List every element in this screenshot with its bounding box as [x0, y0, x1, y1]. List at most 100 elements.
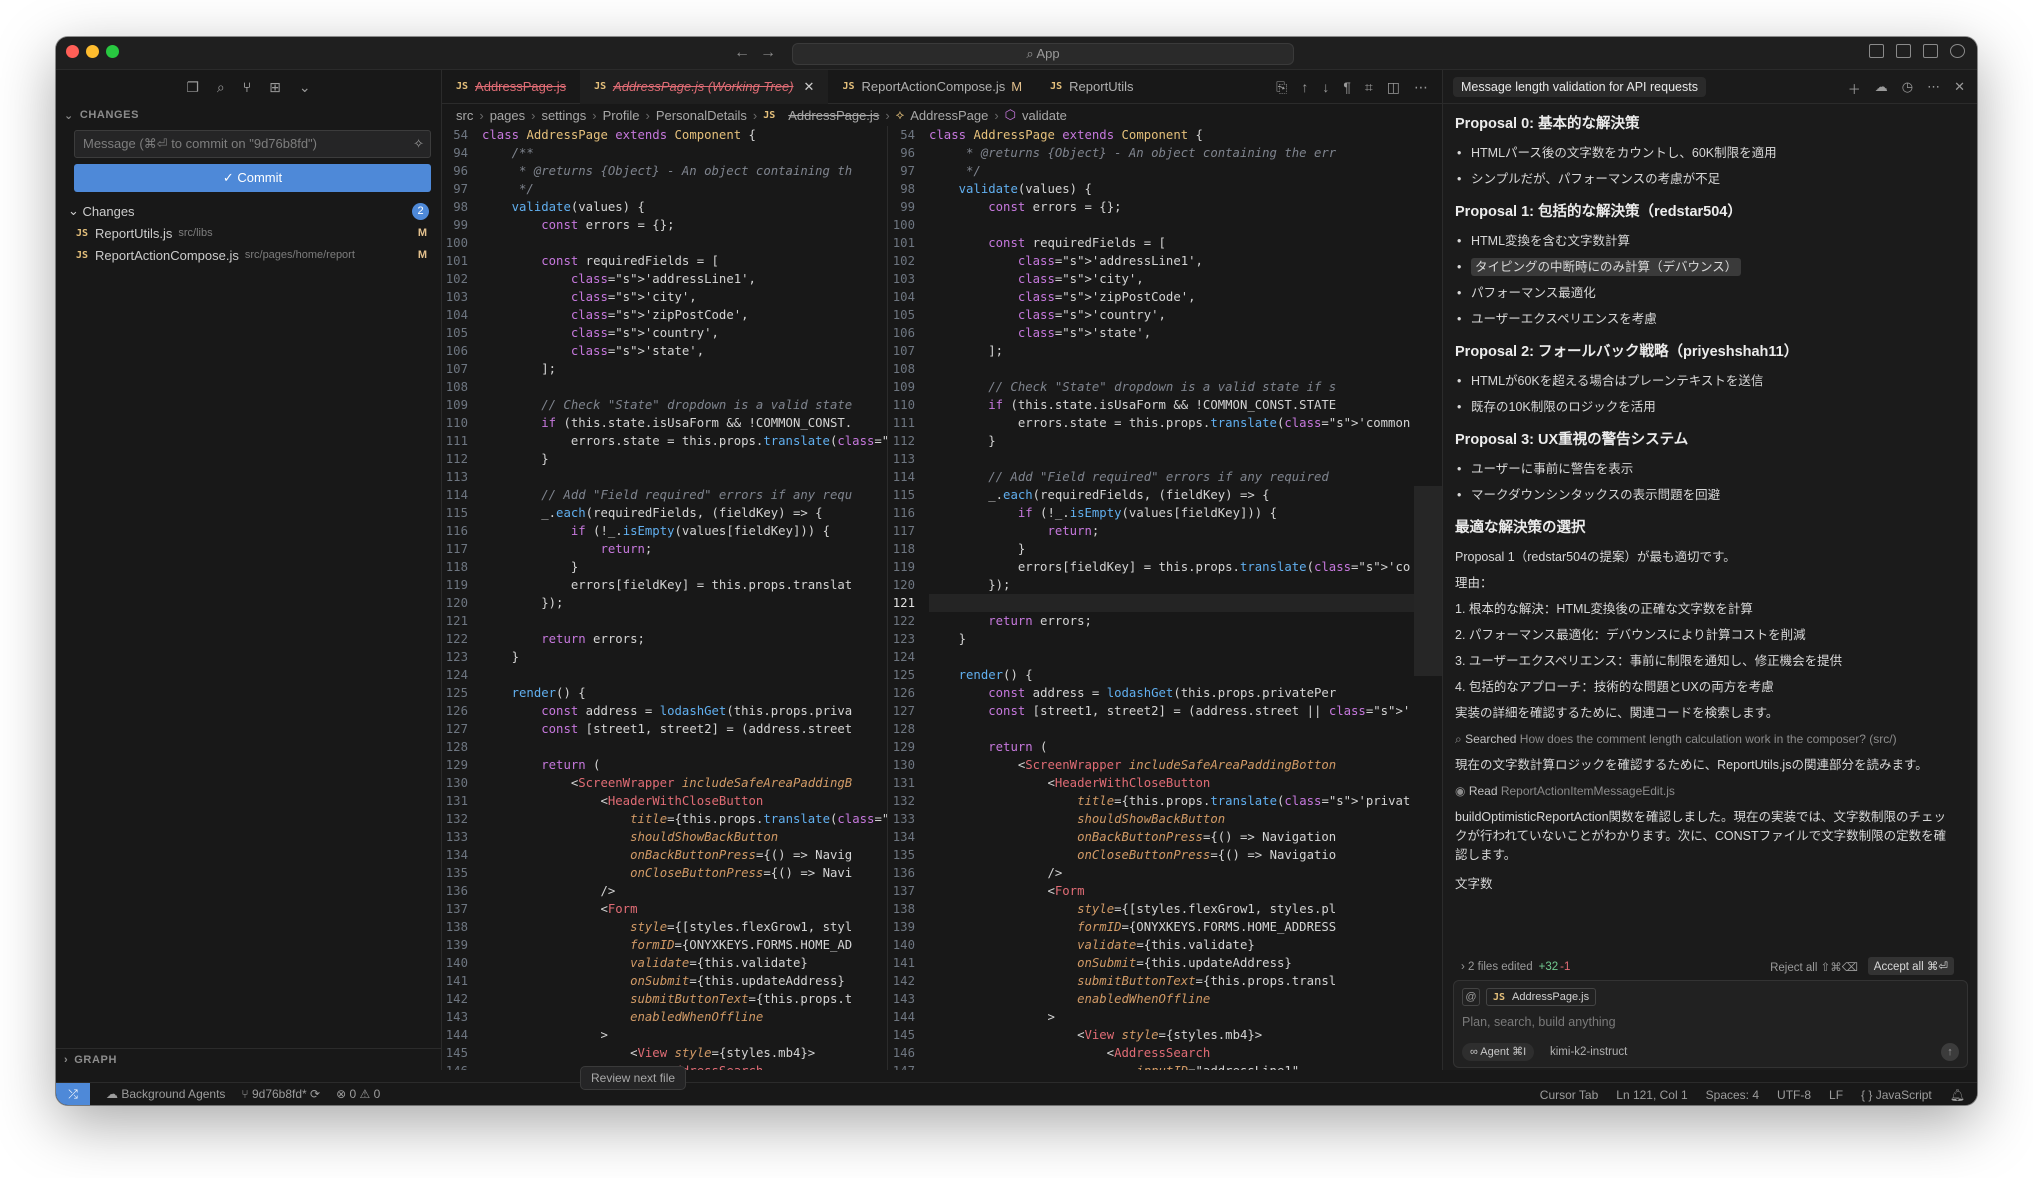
- code-line[interactable]: 134 onBackButtonPress={() => Navigation: [889, 828, 1442, 846]
- code-text[interactable]: title={this.props.translate(class="s">'p…: [929, 792, 1442, 810]
- code-line[interactable]: 121: [889, 594, 1442, 612]
- indentation-item[interactable]: Spaces: 4: [1706, 1088, 1759, 1102]
- code-text[interactable]: const requiredFields = [: [929, 234, 1442, 252]
- code-line[interactable]: 142 submitButtonText={this.props.transl: [889, 972, 1442, 990]
- code-line[interactable]: 145 <View style={styles.mb4}>: [889, 1026, 1442, 1044]
- code-text[interactable]: return;: [482, 540, 887, 558]
- code-text[interactable]: class="s">'state',: [482, 342, 887, 360]
- code-line[interactable]: 112 }: [442, 450, 887, 468]
- code-line[interactable]: 106 class="s">'state',: [889, 324, 1442, 342]
- code-text[interactable]: />: [482, 882, 887, 900]
- code-line[interactable]: 113: [442, 468, 887, 486]
- code-line[interactable]: 137 <Form: [889, 882, 1442, 900]
- code-line[interactable]: 132 title={this.props.translate(class="s…: [889, 792, 1442, 810]
- code-text[interactable]: onCloseButtonPress={() => Navi: [482, 864, 887, 882]
- code-text[interactable]: validate(values) {: [482, 198, 887, 216]
- code-text[interactable]: <AddressSearch: [929, 1044, 1442, 1062]
- code-line[interactable]: 137 <Form: [442, 900, 887, 918]
- code-text[interactable]: <Form: [482, 900, 887, 918]
- code-text[interactable]: return;: [929, 522, 1442, 540]
- problems-item[interactable]: ⊗ 0 ⚠ 0: [336, 1087, 380, 1101]
- code-line[interactable]: 96 * @returns {Object} - An object conta…: [442, 162, 887, 180]
- code-text[interactable]: [929, 648, 1442, 666]
- code-line[interactable]: 128: [889, 720, 1442, 738]
- changes-group[interactable]: ⌄ Changes 2: [56, 200, 441, 222]
- code-line[interactable]: 129 return (: [889, 738, 1442, 756]
- breadcrumb-item[interactable]: AddressPage: [910, 108, 988, 123]
- code-line[interactable]: 133 shouldShowBackButton: [889, 810, 1442, 828]
- code-text[interactable]: if (!_.isEmpty(values[fieldKey])) {: [482, 522, 887, 540]
- context-file-chip[interactable]: JS AddressPage.js: [1486, 988, 1597, 1006]
- code-text[interactable]: const errors = {};: [482, 216, 887, 234]
- code-text[interactable]: onBackButtonPress={() => Navigation: [929, 828, 1442, 846]
- code-text[interactable]: class="s">'zipPostCode',: [929, 288, 1442, 306]
- code-text[interactable]: errors[fieldKey] = this.props.translat: [482, 576, 887, 594]
- code-text[interactable]: <HeaderWithCloseButton: [482, 792, 887, 810]
- code-text[interactable]: errors.state = this.props.translate(clas…: [929, 414, 1442, 432]
- code-line[interactable]: 136 />: [442, 882, 887, 900]
- search-tool-call[interactable]: ⌕ Searched How does the comment length c…: [1455, 726, 1955, 752]
- code-text[interactable]: // Check "State" dropdown is a valid sta…: [929, 378, 1442, 396]
- code-line[interactable]: 147 inputID="addressLine1": [889, 1062, 1442, 1070]
- code-line[interactable]: 145 <View style={styles.mb4}>: [442, 1044, 887, 1062]
- code-text[interactable]: render() {: [929, 666, 1442, 684]
- add-context-button[interactable]: @: [1462, 988, 1480, 1006]
- previous-change-icon[interactable]: ↑: [1301, 79, 1308, 96]
- code-line[interactable]: 121: [442, 612, 887, 630]
- edited-files-bar[interactable]: › 2 files edited +32 -1 Reject all ⇧⌘⌫ A…: [1453, 956, 1968, 978]
- code-text[interactable]: class AddressPage extends Component {: [929, 126, 1442, 144]
- code-line[interactable]: 139 formID={ONYXKEYS.FORMS.HOME_AD: [442, 936, 887, 954]
- code-line[interactable]: 116 if (!_.isEmpty(values[fieldKey])) {: [442, 522, 887, 540]
- code-text[interactable]: _.each(requiredFields, (fieldKey) => {: [482, 504, 887, 522]
- code-line[interactable]: 118 }: [889, 540, 1442, 558]
- code-line[interactable]: 123 }: [889, 630, 1442, 648]
- code-text[interactable]: onSubmit={this.updateAddress}: [482, 972, 887, 990]
- code-line[interactable]: 103 class="s">'city',: [889, 270, 1442, 288]
- review-next-file-button[interactable]: Review next file: [580, 1066, 687, 1090]
- remote-indicator-icon[interactable]: ⤮: [56, 1082, 90, 1105]
- code-line[interactable]: 115 _.each(requiredFields, (fieldKey) =>…: [889, 486, 1442, 504]
- code-text[interactable]: style={[styles.flexGrow1, styles.pl: [929, 900, 1442, 918]
- code-text[interactable]: [482, 468, 887, 486]
- code-text[interactable]: <View style={styles.mb4}>: [929, 1026, 1442, 1044]
- new-chat-icon[interactable]: ＋: [1848, 79, 1861, 98]
- code-text[interactable]: });: [482, 594, 887, 612]
- code-text[interactable]: <Form: [929, 882, 1442, 900]
- code-text[interactable]: }: [929, 432, 1442, 450]
- code-text[interactable]: class="s">'zipPostCode',: [482, 306, 887, 324]
- code-text[interactable]: onBackButtonPress={() => Navig: [482, 846, 887, 864]
- code-text[interactable]: shouldShowBackButton: [929, 810, 1442, 828]
- code-text[interactable]: }: [482, 450, 887, 468]
- send-icon[interactable]: ↑: [1941, 1043, 1959, 1061]
- code-line[interactable]: 124: [889, 648, 1442, 666]
- source-control-icon[interactable]: ⑂: [243, 79, 251, 95]
- branch-item[interactable]: ⑂ 9d76b8fd* ⟳: [241, 1087, 320, 1101]
- code-text[interactable]: formID={ONYXKEYS.FORMS.HOME_AD: [482, 936, 887, 954]
- code-text[interactable]: [929, 216, 1442, 234]
- code-text[interactable]: >: [482, 1026, 887, 1044]
- code-line[interactable]: 135 onCloseButtonPress={() => Navigatio: [889, 846, 1442, 864]
- cloud-icon[interactable]: ☁: [1875, 79, 1888, 98]
- code-text[interactable]: title={this.props.translate(class="s">'p: [482, 810, 887, 828]
- code-line[interactable]: 133 shouldShowBackButton: [442, 828, 887, 846]
- code-text[interactable]: [482, 738, 887, 756]
- code-line[interactable]: 142 submitButtonText={this.props.t: [442, 990, 887, 1008]
- copy-icon[interactable]: ❐: [186, 79, 199, 96]
- code-text[interactable]: }: [482, 648, 887, 666]
- code-text[interactable]: class="s">'city',: [482, 288, 887, 306]
- code-line[interactable]: 117 return;: [442, 540, 887, 558]
- code-line[interactable]: 112 }: [889, 432, 1442, 450]
- code-text[interactable]: <HeaderWithCloseButton: [929, 774, 1442, 792]
- code-line[interactable]: 126 const address = lodashGet(this.props…: [442, 702, 887, 720]
- language-mode-item[interactable]: { } JavaScript: [1861, 1088, 1932, 1102]
- code-text[interactable]: />: [929, 864, 1442, 882]
- code-line[interactable]: 113: [889, 450, 1442, 468]
- code-text[interactable]: <ScreenWrapper includeSafeAreaPaddingB: [482, 774, 887, 792]
- code-line[interactable]: 100: [442, 234, 887, 252]
- code-line[interactable]: 130 <ScreenWrapper includeSafeAreaPaddin…: [889, 756, 1442, 774]
- cursor-position-item[interactable]: Ln 121, Col 1: [1616, 1088, 1687, 1102]
- code-line[interactable]: 127 const [street1, street2] = (address.…: [442, 720, 887, 738]
- code-text[interactable]: [482, 378, 887, 396]
- code-line[interactable]: 101 const requiredFields = [: [889, 234, 1442, 252]
- breadcrumb-item[interactable]: settings: [541, 108, 586, 123]
